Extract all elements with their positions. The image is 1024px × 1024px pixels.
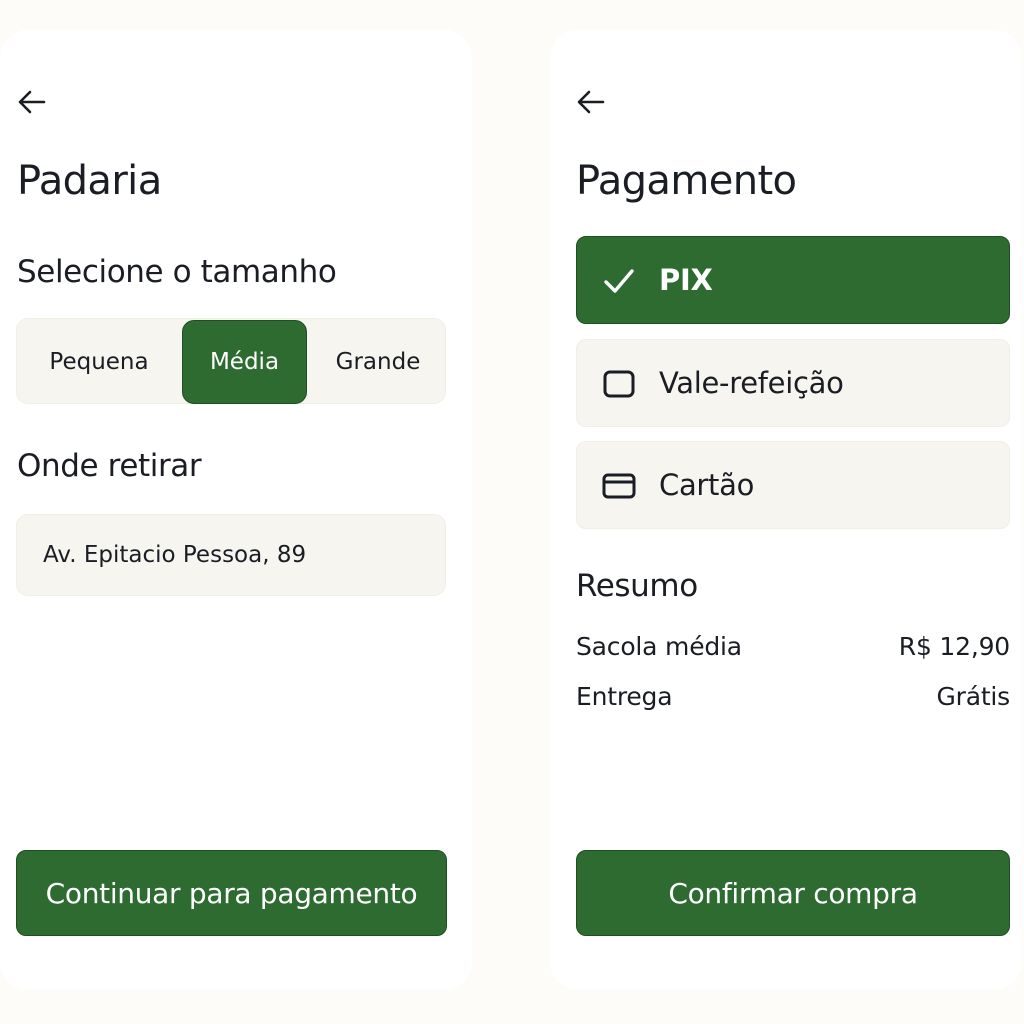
credit-card-icon (602, 473, 636, 499)
payment-option-vale-refeicao[interactable]: Vale-refeição (576, 339, 1010, 427)
checkbox-icon (603, 370, 635, 398)
confirm-purchase-button[interactable]: Confirmar compra (576, 850, 1010, 936)
summary-heading: Resumo (576, 568, 698, 604)
summary-label: Sacola média (576, 632, 742, 661)
confirm-button-label: Confirmar compra (668, 876, 918, 910)
page-title: Padaria (17, 158, 162, 204)
arrow-left-icon[interactable] (575, 86, 607, 118)
payment-option-label: PIX (659, 263, 713, 297)
size-option-media[interactable]: Média (182, 320, 307, 404)
pickup-address-field[interactable]: Av. Epitacio Pessoa, 89 (16, 514, 446, 596)
check-icon (604, 269, 634, 293)
summary-row: Entrega Grátis (576, 682, 1010, 718)
arrow-left-icon[interactable] (16, 86, 48, 118)
payment-option-label: Vale-refeição (659, 366, 844, 400)
summary-row: Sacola média R$ 12,90 (576, 632, 1010, 668)
payment-option-label: Cartão (659, 468, 755, 502)
payment-option-cartao[interactable]: Cartão (576, 441, 1010, 529)
size-option-grande[interactable]: Grande (309, 319, 447, 405)
pickup-address-value: Av. Epitacio Pessoa, 89 (43, 542, 307, 568)
page-title: Pagamento (576, 158, 797, 204)
pickup-heading: Onde retirar (17, 448, 202, 484)
summary-value: R$ 12,90 (898, 632, 1010, 661)
summary-label: Entrega (576, 682, 673, 711)
continue-button-label: Continuar para pagamento (45, 876, 418, 910)
continue-to-payment-button[interactable]: Continuar para pagamento (16, 850, 447, 936)
size-heading: Selecione o tamanho (17, 254, 337, 290)
payment-option-pix[interactable]: PIX (576, 236, 1010, 324)
summary-value: Grátis (936, 682, 1010, 711)
size-option-pequena[interactable]: Pequena (17, 319, 181, 405)
size-selector: Pequena Média Grande (16, 318, 446, 404)
